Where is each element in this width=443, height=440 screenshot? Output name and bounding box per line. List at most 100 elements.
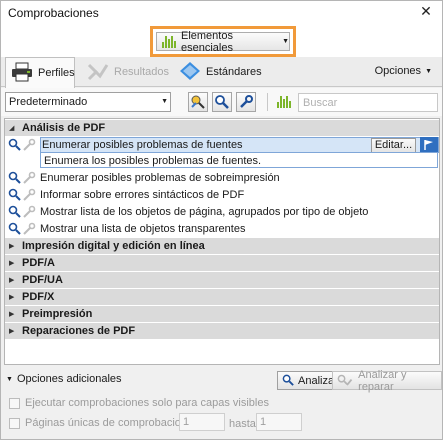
group-preimpresion[interactable]: ▶ Preimpresión xyxy=(5,306,439,322)
single-pages-checkbox[interactable] xyxy=(9,417,20,429)
group-impresion-digital[interactable]: ▶ Impresión digital y edición en línea xyxy=(5,238,439,254)
tab-bar: Perfiles Resultados Estándares Opciones xyxy=(1,57,442,88)
item-label: Informar sobre errores sintácticos de PD… xyxy=(40,188,245,201)
wrench-icon xyxy=(23,222,36,235)
more-options-toggle[interactable]: ▼ Opciones adicionales xyxy=(6,373,122,385)
list-item[interactable]: Mostrar lista de los objetos de página, … xyxy=(5,203,439,220)
visible-layers-checkbox[interactable] xyxy=(9,397,20,409)
list-item[interactable]: Enumerar posibles problemas de sobreimpr… xyxy=(5,169,439,186)
wrench-icon xyxy=(23,205,36,218)
fix-profile-icon xyxy=(191,95,205,109)
single-pages-label: Páginas únicas de comprobaciones xyxy=(25,417,199,429)
expanded-triangle-icon: ▼ xyxy=(6,375,13,383)
options-label: Opciones xyxy=(374,65,422,77)
item-label: Enumerar posibles problemas de sobreimpr… xyxy=(40,171,280,184)
group-pdf-x[interactable]: ▶ PDF/X xyxy=(5,289,439,305)
group-reparaciones[interactable]: ▶ Reparaciones de PDF xyxy=(5,323,439,339)
analyze-fix-button[interactable]: Analizar y reparar xyxy=(332,368,442,393)
options-menu-button[interactable]: Opciones ▼ xyxy=(375,65,432,77)
collapsed-triangle-icon: ▶ xyxy=(9,260,15,267)
collapsed-triangle-icon: ▶ xyxy=(9,243,15,250)
item-icons xyxy=(8,138,40,152)
page-from-field[interactable]: 1 xyxy=(179,413,225,431)
list-item[interactable]: Informar sobre errores sintácticos de PD… xyxy=(5,186,439,203)
check-magnifier-icon xyxy=(8,205,21,218)
chevron-down-icon: ▼ xyxy=(282,38,289,45)
essentials-bars-icon xyxy=(162,35,176,48)
toolbar-divider xyxy=(267,93,268,111)
search-input[interactable]: Buscar xyxy=(298,93,438,112)
group-label: Impresión digital y edición en línea xyxy=(22,240,205,252)
check-magnifier-icon xyxy=(8,188,21,201)
expanded-triangle-icon: ◢ xyxy=(9,125,15,132)
profile-category-value: Predeterminado xyxy=(9,96,88,108)
page-to-label: hasta xyxy=(229,418,256,430)
analyze-fix-icon xyxy=(337,374,353,386)
item-description: Enumera los posibles problemas de fuente… xyxy=(40,152,438,168)
tab-perfiles[interactable]: Perfiles xyxy=(5,57,75,88)
profile-category-select[interactable]: Predeterminado ▼ xyxy=(5,92,171,112)
preflight-window: Comprobaciones ✕ Elementos esenciales ▼ xyxy=(0,0,443,440)
wrench-icon xyxy=(23,188,36,201)
tab-resultados[interactable]: Resultados xyxy=(87,57,169,87)
item-label: Enumerar posibles problemas de fuentes xyxy=(42,138,243,151)
more-options-label: Opciones adicionales xyxy=(16,373,122,385)
single-pages-option[interactable]: Páginas únicas de comprobaciones xyxy=(9,417,199,429)
profiles-toolbar: Predeterminado ▼ Buscar xyxy=(1,88,442,116)
check-magnifier-icon xyxy=(8,171,21,184)
fixup-profile-button[interactable] xyxy=(236,92,256,112)
group-label: PDF/X xyxy=(22,291,55,303)
check-magnifier-icon xyxy=(8,138,21,151)
close-button[interactable]: ✕ xyxy=(418,4,434,20)
results-icon xyxy=(87,61,109,84)
item-icons xyxy=(8,205,40,219)
essentials-bars-icon xyxy=(277,96,291,108)
visible-layers-option[interactable]: Ejecutar comprobaciones solo para capas … xyxy=(9,397,269,409)
bottom-panel: ▼ Opciones adicionales Analizar Analizar… xyxy=(1,367,442,439)
title-bar: Comprobaciones ✕ xyxy=(1,1,442,25)
group-analisis-pdf[interactable]: ◢ Análisis de PDF xyxy=(5,120,439,136)
collapsed-triangle-icon: ▶ xyxy=(9,277,15,284)
item-icons xyxy=(8,222,40,236)
edit-button[interactable]: Editar... xyxy=(371,137,416,153)
collapsed-triangle-icon: ▶ xyxy=(9,328,15,335)
essentials-filter-button[interactable] xyxy=(274,92,294,112)
item-icons xyxy=(8,188,40,202)
group-label: Preimpresión xyxy=(22,308,93,320)
list-item[interactable]: Enumerar posibles problemas de fuentes E… xyxy=(5,136,439,153)
essentials-area: Elementos esenciales ▼ xyxy=(1,25,442,57)
check-magnifier-icon xyxy=(282,374,294,386)
tab-resultados-label: Resultados xyxy=(114,66,170,78)
wrench-icon xyxy=(240,95,253,108)
analyze-fix-label: Analizar y reparar xyxy=(358,368,407,393)
visible-layers-label: Ejecutar comprobaciones solo para capas … xyxy=(25,397,269,409)
tab-estandares[interactable]: Estándares xyxy=(179,57,262,87)
chevron-down-icon: ▼ xyxy=(161,98,168,105)
group-label: Reparaciones de PDF xyxy=(22,325,136,337)
page-to-field[interactable]: 1 xyxy=(256,413,302,431)
chevron-down-icon: ▼ xyxy=(425,67,432,75)
group-pdf-ua[interactable]: ▶ PDF/UA xyxy=(5,272,439,288)
flag-icon xyxy=(420,136,438,153)
selected-item-cell: Enumerar posibles problemas de fuentes E… xyxy=(40,136,439,153)
group-label: Análisis de PDF xyxy=(22,122,106,134)
wrench-icon xyxy=(23,171,36,184)
essentials-dropdown-button[interactable]: Elementos esenciales ▼ xyxy=(156,30,290,54)
printer-icon xyxy=(11,62,33,85)
group-pdf-a[interactable]: ▶ PDF/A xyxy=(5,255,439,271)
check-profile-button[interactable] xyxy=(212,92,232,112)
group-label: PDF/UA xyxy=(22,274,63,286)
check-magnifier-icon xyxy=(215,95,229,109)
wrench-icon xyxy=(23,138,36,151)
tab-estandares-label: Estándares xyxy=(206,66,262,78)
group-label: PDF/A xyxy=(22,257,55,269)
check-magnifier-icon xyxy=(8,222,21,235)
item-icons xyxy=(8,171,40,185)
list-item[interactable]: Mostrar una lista de objetos transparent… xyxy=(5,220,439,237)
tab-perfiles-label: Perfiles xyxy=(38,67,75,79)
collapsed-triangle-icon: ▶ xyxy=(9,294,15,301)
item-label: Mostrar una lista de objetos transparent… xyxy=(40,222,246,235)
item-label: Mostrar lista de los objetos de página, … xyxy=(40,205,369,218)
fix-profile-button[interactable] xyxy=(188,92,208,112)
window-title: Comprobaciones xyxy=(8,6,99,20)
